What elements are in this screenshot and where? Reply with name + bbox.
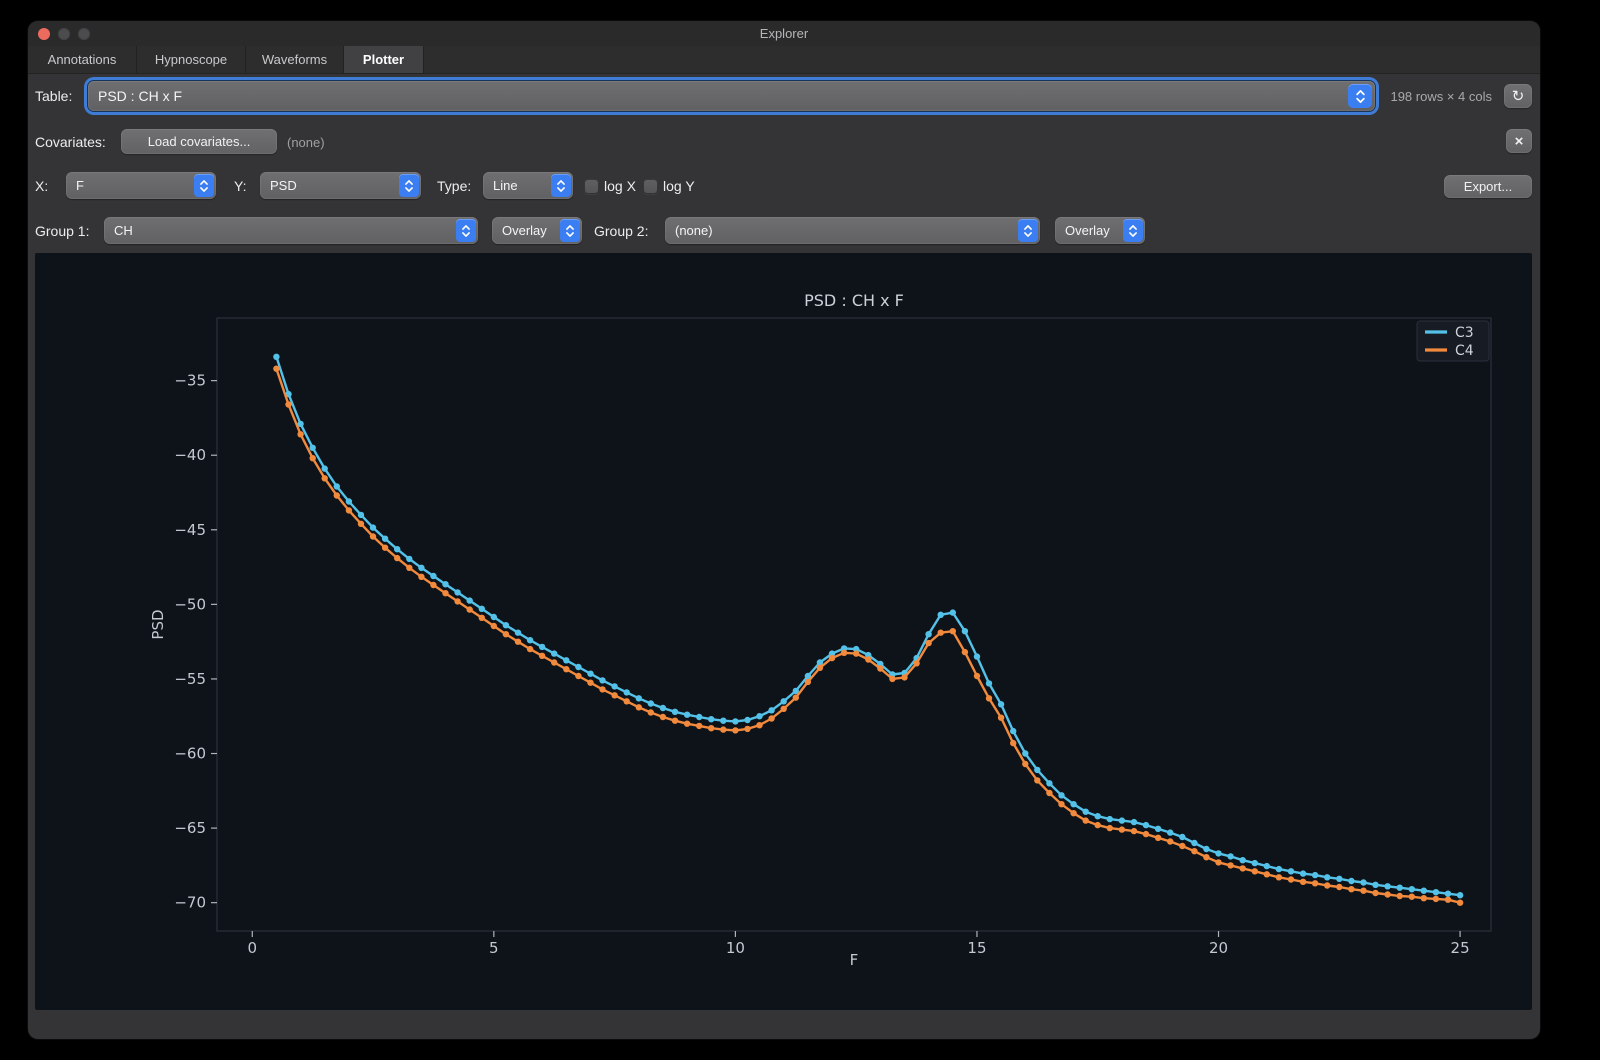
series-c3 <box>273 354 1463 899</box>
group2-mode-value: Overlay <box>1055 223 1121 238</box>
table-shape-info: 198 rows × 4 cols <box>1378 89 1492 104</box>
y-axis: −70 −65 −60 −55 −50 −45 −40 −35 PSD <box>149 372 217 912</box>
y-axis-value: PSD <box>260 178 397 193</box>
series-c4 <box>273 366 1463 906</box>
group1-mode-select[interactable]: Overlay <box>492 217 582 244</box>
series-c3-line <box>276 357 1460 895</box>
table-label: Table: <box>35 88 72 104</box>
svg-text:−60: −60 <box>174 745 206 763</box>
legend: C3C4 <box>1417 321 1489 361</box>
chevron-up-down-icon <box>551 174 571 197</box>
export-button[interactable]: Export... <box>1444 175 1532 198</box>
chart-canvas[interactable]: 0 5 10 15 20 25 F −70 −65 −60 −55 −50 −45 −40 −35 PSD PS… <box>35 253 1532 1010</box>
series-c4-line <box>276 369 1460 903</box>
x-axis-value: F <box>66 178 192 193</box>
load-covariates-button[interactable]: Load covariates... <box>121 129 277 154</box>
svg-text:PSD: PSD <box>149 609 167 639</box>
log-y-label: log Y <box>663 178 695 194</box>
x-axis: 0 5 10 15 20 25 F <box>247 931 1469 969</box>
psd-chart: 0 5 10 15 20 25 F −70 −65 −60 −55 −50 −45 −40 −35 PSD PS… <box>35 253 1532 1010</box>
chevron-up-down-icon <box>1018 219 1038 242</box>
tab-label: Annotations <box>48 52 117 67</box>
svg-text:C4: C4 <box>1455 343 1474 359</box>
svg-text:C3: C3 <box>1455 325 1474 341</box>
zoom-window-icon[interactable] <box>78 28 90 40</box>
tab-plotter[interactable]: Plotter <box>344 46 424 73</box>
group1-select[interactable]: CH <box>104 217 478 244</box>
table-select-value: PSD : CH x F <box>88 88 1345 104</box>
svg-text:−50: −50 <box>174 595 206 613</box>
svg-text:−70: −70 <box>174 894 206 912</box>
refresh-button[interactable]: ↻ <box>1504 84 1532 108</box>
load-covariates-label: Load covariates... <box>148 134 251 149</box>
tab-annotations[interactable]: Annotations <box>28 46 137 73</box>
traffic-lights <box>38 28 90 40</box>
group2-mode-select[interactable]: Overlay <box>1055 217 1145 244</box>
group1-value: CH <box>104 223 454 238</box>
type-value: Line <box>483 178 549 193</box>
log-x-label: log X <box>604 178 636 194</box>
minimize-window-icon[interactable] <box>58 28 70 40</box>
x-axis-select[interactable]: F <box>66 172 216 199</box>
covariates-label: Covariates: <box>35 134 106 150</box>
svg-text:15: 15 <box>967 939 986 957</box>
y-axis-label: Y: <box>234 178 246 194</box>
table-select[interactable]: PSD : CH x F <box>88 81 1375 111</box>
tab-label: Waveforms <box>262 52 327 67</box>
svg-text:−40: −40 <box>174 446 206 464</box>
svg-text:10: 10 <box>726 939 745 957</box>
group2-value: (none) <box>665 223 1016 238</box>
tab-waveforms[interactable]: Waveforms <box>246 46 344 73</box>
app-window: Explorer Annotations Hypnoscope Waveform… <box>28 21 1540 1039</box>
refresh-icon: ↻ <box>1512 87 1525 105</box>
plot-area <box>217 318 1491 931</box>
log-x-checkbox[interactable] <box>584 179 599 194</box>
chevron-up-down-icon <box>194 174 214 197</box>
window-title: Explorer <box>28 21 1540 46</box>
title-bar: Explorer <box>28 21 1540 47</box>
tab-label: Hypnoscope <box>155 52 227 67</box>
close-icon: × <box>1515 133 1524 150</box>
svg-text:F: F <box>850 951 859 969</box>
group1-mode-value: Overlay <box>492 223 558 238</box>
chevron-up-down-icon <box>399 174 419 197</box>
covariates-status: (none) <box>287 135 325 150</box>
type-label: Type: <box>437 178 471 194</box>
chevron-up-down-icon <box>1123 219 1143 242</box>
close-panel-button[interactable]: × <box>1506 129 1532 153</box>
svg-text:0: 0 <box>247 939 257 957</box>
tab-bar: Annotations Hypnoscope Waveforms Plotter <box>28 46 1540 74</box>
chevron-up-down-icon <box>456 219 476 242</box>
close-window-icon[interactable] <box>38 28 50 40</box>
chart-title: PSD : CH x F <box>804 291 904 310</box>
tab-label: Plotter <box>363 52 404 67</box>
y-axis-select[interactable]: PSD <box>260 172 421 199</box>
log-y-checkbox[interactable] <box>643 179 658 194</box>
group2-select[interactable]: (none) <box>665 217 1040 244</box>
group2-label: Group 2: <box>594 223 648 239</box>
svg-text:25: 25 <box>1451 939 1470 957</box>
export-label: Export... <box>1464 179 1512 194</box>
type-select[interactable]: Line <box>483 172 573 199</box>
tab-hypnoscope[interactable]: Hypnoscope <box>137 46 246 73</box>
chevron-up-down-icon <box>1348 84 1372 108</box>
chevron-up-down-icon <box>560 219 580 242</box>
svg-text:−65: −65 <box>174 819 206 837</box>
svg-text:20: 20 <box>1209 939 1228 957</box>
x-axis-label: X: <box>35 178 48 194</box>
svg-text:−55: −55 <box>174 670 206 688</box>
svg-text:−35: −35 <box>174 372 206 390</box>
group1-label: Group 1: <box>35 223 89 239</box>
svg-text:5: 5 <box>489 939 499 957</box>
svg-text:−45: −45 <box>174 521 206 539</box>
